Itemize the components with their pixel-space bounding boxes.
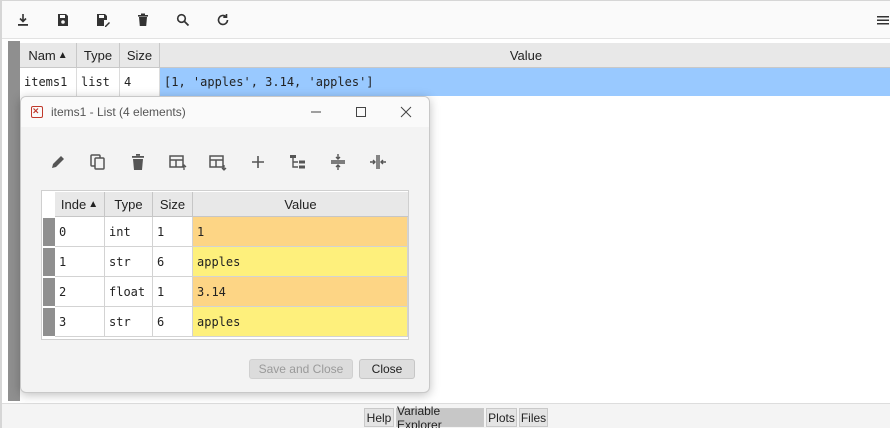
value-cell[interactable]: apples	[193, 307, 408, 337]
value-cell[interactable]: 1	[193, 217, 408, 247]
dialog-toolbar	[21, 127, 429, 187]
header-value[interactable]: Value	[193, 192, 408, 217]
header-value[interactable]: Value	[160, 43, 890, 68]
collapse-rows-icon[interactable]	[327, 151, 349, 173]
edit-icon[interactable]	[47, 151, 69, 173]
save-as-icon[interactable]	[94, 11, 112, 29]
header-index-label: Inde	[60, 196, 87, 212]
close-button[interactable]: Close	[359, 359, 415, 379]
minimize-icon[interactable]	[307, 103, 325, 121]
header-size-label: Size	[126, 47, 153, 63]
tab-files[interactable]: Files	[519, 408, 548, 427]
list-editor-dialog: items1 - List (4 elements) Inde ▲ Type S…	[20, 96, 430, 393]
row-gutter	[8, 41, 20, 401]
copy-icon[interactable]	[87, 151, 109, 173]
maximize-icon[interactable]	[352, 103, 370, 121]
menu-icon[interactable]	[874, 11, 890, 29]
type-cell[interactable]: str	[105, 307, 153, 337]
row-name-cell[interactable]: items1	[20, 68, 77, 96]
header-value-label: Value	[284, 196, 317, 212]
delete-icon[interactable]	[134, 11, 152, 29]
header-type-label: Type	[114, 196, 143, 212]
row-value-cell[interactable]: [1, 'apples', 3.14, 'apples']	[160, 68, 890, 96]
dialog-title: items1 - List (4 elements)	[51, 105, 186, 119]
row-gutter[interactable]	[43, 308, 55, 336]
header-name[interactable]: Nam ▲	[20, 43, 77, 68]
close-icon[interactable]	[397, 103, 415, 121]
toolbar	[2, 1, 890, 39]
tab-help[interactable]: Help	[364, 408, 394, 427]
type-cell[interactable]: int	[105, 217, 153, 247]
sort-up-icon: ▲	[88, 198, 99, 210]
index-cell[interactable]: 3	[55, 307, 105, 337]
refresh-icon[interactable]	[214, 11, 232, 29]
header-size-label: Size	[159, 196, 186, 212]
header-size[interactable]: Size	[153, 192, 193, 217]
add-icon[interactable]	[247, 151, 269, 173]
index-cell[interactable]: 0	[55, 217, 105, 247]
value-cell[interactable]: apples	[193, 247, 408, 277]
header-type-label: Type	[83, 47, 113, 63]
index-cell[interactable]: 2	[55, 277, 105, 307]
list-table: Inde ▲ Type Size Value 0 int 1 1 1 str 6…	[41, 190, 409, 340]
header-size[interactable]: Size	[120, 43, 160, 68]
tree-icon[interactable]	[287, 151, 309, 173]
size-cell[interactable]: 1	[153, 217, 193, 247]
header-name-label: Nam	[28, 47, 56, 63]
size-cell[interactable]: 1	[153, 277, 193, 307]
row-gutter[interactable]	[43, 278, 55, 306]
bottom-tab-bar: Help Variable Explorer Plots Files	[2, 403, 890, 428]
tab-variable-explorer[interactable]: Variable Explorer	[396, 404, 484, 428]
size-cell[interactable]: 6	[153, 307, 193, 337]
type-cell[interactable]: float	[105, 277, 153, 307]
row-gutter[interactable]	[43, 218, 55, 246]
header-type[interactable]: Type	[77, 43, 120, 68]
index-cell[interactable]: 1	[55, 247, 105, 277]
value-cell[interactable]: 3.14	[193, 277, 408, 307]
app-logo-icon	[31, 106, 43, 118]
type-cell[interactable]: str	[105, 247, 153, 277]
delete-icon[interactable]	[127, 151, 149, 173]
insert-below-icon[interactable]	[207, 151, 229, 173]
size-cell[interactable]: 6	[153, 247, 193, 277]
save-and-close-button[interactable]: Save and Close	[249, 359, 353, 379]
import-icon[interactable]	[14, 11, 32, 29]
header-value-label: Value	[509, 47, 543, 63]
sort-up-icon: ▲	[57, 49, 68, 61]
row-type-cell[interactable]: list	[77, 68, 120, 96]
save-icon[interactable]	[54, 11, 72, 29]
dialog-titlebar[interactable]: items1 - List (4 elements)	[21, 97, 429, 127]
header-index[interactable]: Inde ▲	[55, 192, 105, 217]
row-size-cell[interactable]: 4	[120, 68, 160, 96]
row-gutter[interactable]	[43, 248, 55, 276]
header-type[interactable]: Type	[105, 192, 153, 217]
tab-plots[interactable]: Plots	[486, 408, 517, 427]
search-icon[interactable]	[174, 11, 192, 29]
insert-above-icon[interactable]	[167, 151, 189, 173]
collapse-columns-icon[interactable]	[367, 151, 389, 173]
